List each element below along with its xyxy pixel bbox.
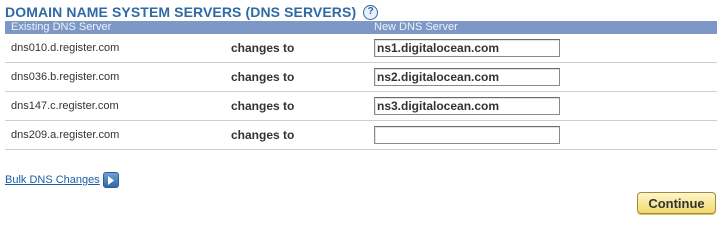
changes-to-label: changes to — [231, 128, 295, 142]
existing-dns-server: dns010.d.register.com — [11, 42, 120, 54]
table-row: dns010.d.register.com changes to — [5, 34, 717, 63]
column-header-new: New DNS Server — [374, 21, 717, 34]
column-header-existing: Existing DNS Server — [5, 21, 224, 34]
continue-button[interactable]: Continue — [637, 192, 716, 214]
dns-servers-panel: DOMAIN NAME SYSTEM SERVERS (DNS SERVERS)… — [0, 0, 721, 221]
question-mark-icon[interactable]: ? — [363, 4, 379, 20]
page-title: DOMAIN NAME SYSTEM SERVERS (DNS SERVERS) — [5, 4, 357, 20]
table-row: dns147.c.register.com changes to — [5, 91, 717, 121]
title-row: DOMAIN NAME SYSTEM SERVERS (DNS SERVERS)… — [5, 3, 379, 21]
table-row: dns209.a.register.com changes to — [5, 120, 717, 150]
bulk-dns-row: Bulk DNS Changes — [5, 172, 119, 188]
arrow-right-icon[interactable] — [102, 172, 119, 188]
new-dns-server-input-2[interactable] — [374, 68, 560, 86]
table-header-row: Existing DNS Server New DNS Server — [5, 21, 717, 34]
dns-table: Existing DNS Server New DNS Server dns01… — [5, 21, 717, 150]
changes-to-label: changes to — [231, 41, 295, 55]
existing-dns-server: dns209.a.register.com — [11, 129, 120, 141]
existing-dns-server: dns036.b.register.com — [11, 71, 120, 83]
arrow-right-glyph — [107, 175, 114, 185]
changes-to-label: changes to — [231, 99, 295, 113]
existing-dns-server: dns147.c.register.com — [11, 100, 119, 112]
table-row: dns036.b.register.com changes to — [5, 62, 717, 92]
new-dns-server-input-1[interactable] — [374, 39, 560, 57]
changes-to-label: changes to — [231, 70, 295, 84]
new-dns-server-input-4[interactable] — [374, 126, 560, 144]
column-header-changes — [224, 21, 374, 34]
bulk-dns-changes-link[interactable]: Bulk DNS Changes — [5, 174, 100, 186]
new-dns-server-input-3[interactable] — [374, 97, 560, 115]
